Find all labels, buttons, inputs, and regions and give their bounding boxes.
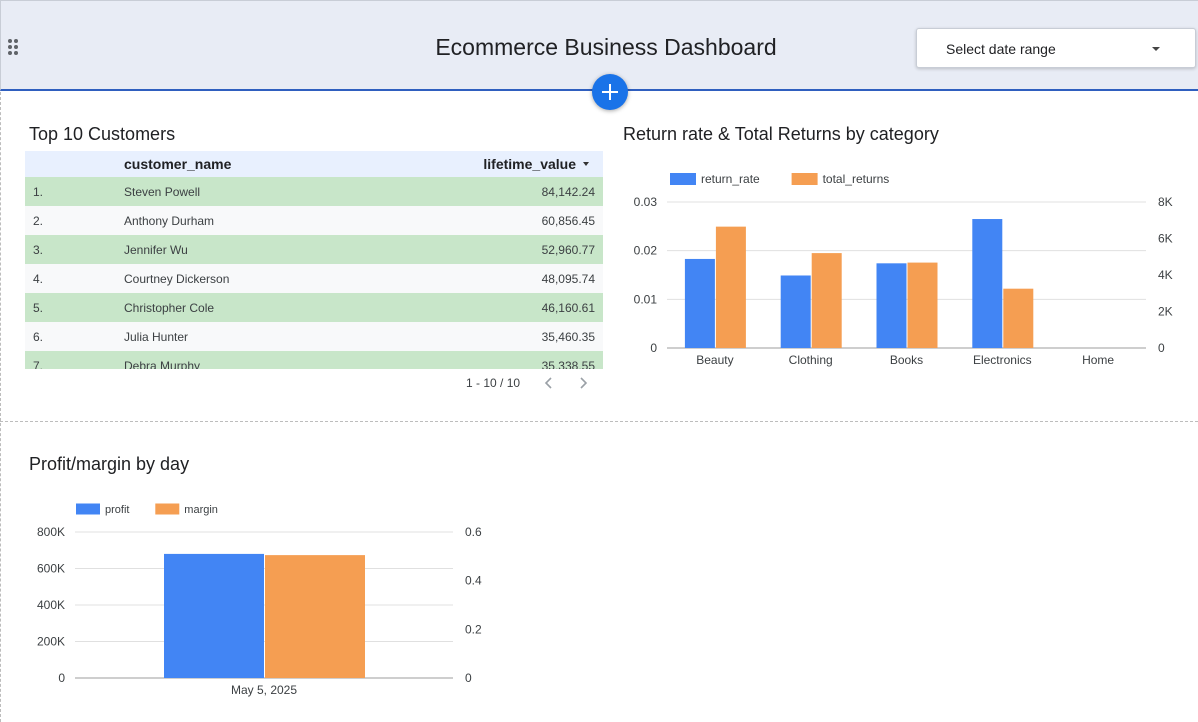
customer-name-cell: Christopher Cole	[124, 301, 215, 315]
chevron-left-icon[interactable]	[542, 376, 556, 390]
sort-desc-icon[interactable]	[583, 162, 589, 166]
table-row[interactable]: 3. Jennifer Wu 52,960.77	[25, 235, 603, 264]
returns-chart: return_rate total_returns 0 0.01 0.02 0.03 0 2K…	[634, 172, 1173, 367]
customer-name-cell: Steven Powell	[124, 185, 201, 199]
add-section-button[interactable]	[592, 74, 628, 110]
right-axis-tick: 2K	[1158, 305, 1173, 319]
lifetime-value-cell: 48,095.74	[541, 272, 595, 286]
table-row[interactable]: 4. Courtney Dickerson 48,095.74	[25, 264, 603, 293]
legend-label-profit: profit	[105, 504, 129, 516]
table-header: customer_name lifetime_value	[25, 151, 603, 177]
row-index: 1.	[33, 185, 44, 199]
customer-name-cell: Debra Murphy	[124, 359, 201, 369]
right-axis-tick: 8K	[1158, 195, 1173, 209]
row-index: 3.	[33, 243, 44, 257]
customers-title: Top 10 Customers	[29, 124, 176, 144]
bar-total_returns	[907, 262, 938, 348]
lifetime-value-cell: 35,338.55	[541, 359, 595, 369]
legend-label-return_rate: return_rate	[701, 172, 760, 186]
bar-return_rate	[684, 258, 715, 348]
left-axis-tick: 600K	[37, 562, 65, 576]
category-label: Books	[890, 353, 923, 367]
bar-return_rate	[972, 219, 1003, 348]
legend-swatch-margin	[155, 503, 180, 515]
left-axis-tick: 0	[58, 671, 65, 685]
left-margin-guide	[0, 92, 1, 722]
section-divider	[0, 421, 1198, 422]
row-index: 2.	[33, 214, 44, 228]
column-header-customer-name[interactable]: customer_name	[124, 156, 231, 172]
bar-return_rate	[876, 263, 907, 348]
legend-swatch-profit	[76, 503, 100, 515]
table-row[interactable]: 2. Anthony Durham 60,856.45	[25, 206, 603, 235]
left-axis-tick: 0.01	[634, 292, 658, 306]
lifetime-value-cell: 46,160.61	[541, 301, 595, 315]
left-axis-tick: 200K	[37, 635, 65, 649]
pagination-label: 1 - 10 / 10	[466, 376, 521, 390]
customer-name-cell: Jennifer Wu	[124, 243, 188, 257]
bar-profit	[164, 553, 264, 678]
returns-chart-title: Return rate & Total Returns by category	[623, 124, 939, 144]
lifetime-value-cell: 35,460.35	[541, 330, 595, 344]
row-index: 5.	[33, 301, 44, 315]
bar-total_returns	[811, 253, 842, 348]
right-axis-tick: 0	[465, 671, 472, 685]
right-axis-tick: 0.6	[465, 525, 482, 539]
legend-label-total_returns: total_returns	[823, 172, 890, 186]
date-range-selector[interactable]: Select date range	[916, 28, 1196, 68]
row-index: 6.	[33, 330, 44, 344]
profit-chart: profit margin 0 200K 400K 600K 800K 0 0.2 0.4 0.6 M…	[37, 503, 482, 697]
bar-total_returns	[1003, 288, 1034, 348]
drag-handle-icon[interactable]	[8, 39, 20, 57]
right-axis-tick: 4K	[1158, 268, 1173, 282]
bar-total_returns	[715, 226, 746, 348]
bar-margin	[265, 555, 365, 678]
category-label: Electronics	[973, 353, 1032, 367]
column-header-lifetime-value[interactable]: lifetime_value	[483, 156, 576, 172]
right-axis-tick: 0.4	[465, 574, 482, 588]
profit-chart-title: Profit/margin by day	[29, 454, 190, 474]
customers-table: customer_name lifetime_value 1. Steven Po…	[25, 151, 603, 369]
legend-swatch-total_returns	[791, 173, 818, 185]
date-range-label: Select date range	[946, 41, 1056, 57]
table-row[interactable]: 6. Julia Hunter 35,460.35	[25, 322, 603, 351]
category-label: May 5, 2025	[231, 683, 297, 697]
left-axis-tick: 0	[650, 341, 657, 355]
table-row[interactable]: 7. Debra Murphy 35,338.55	[25, 351, 603, 369]
left-axis-tick: 400K	[37, 598, 65, 612]
customer-name-cell: Julia Hunter	[124, 330, 189, 344]
category-label: Clothing	[789, 353, 833, 367]
customer-name-cell: Courtney Dickerson	[124, 272, 230, 286]
chevron-right-icon[interactable]	[576, 376, 590, 390]
table-row[interactable]: 1. Steven Powell 84,142.24	[25, 177, 603, 206]
page-title: Ecommerce Business Dashboard	[435, 34, 777, 60]
left-axis-tick: 0.03	[634, 195, 658, 209]
caret-down-icon	[1152, 47, 1160, 51]
row-index: 4.	[33, 272, 44, 286]
lifetime-value-cell: 84,142.24	[541, 185, 595, 199]
right-axis-tick: 0.2	[465, 622, 482, 636]
row-index: 7.	[33, 359, 44, 369]
legend-swatch-return_rate	[670, 173, 696, 185]
bar-return_rate	[780, 275, 811, 348]
left-axis-tick: 0.02	[634, 244, 658, 258]
table-row[interactable]: 5. Christopher Cole 46,160.61	[25, 293, 603, 322]
customer-name-cell: Anthony Durham	[124, 214, 215, 228]
right-axis-tick: 6K	[1158, 232, 1173, 246]
lifetime-value-cell: 52,960.77	[541, 243, 595, 257]
category-label: Home	[1082, 353, 1114, 367]
left-axis-tick: 800K	[37, 525, 65, 539]
legend-label-margin: margin	[184, 504, 218, 516]
category-label: Beauty	[696, 353, 733, 367]
right-axis-tick: 0	[1158, 341, 1165, 355]
lifetime-value-cell: 60,856.45	[541, 214, 595, 228]
